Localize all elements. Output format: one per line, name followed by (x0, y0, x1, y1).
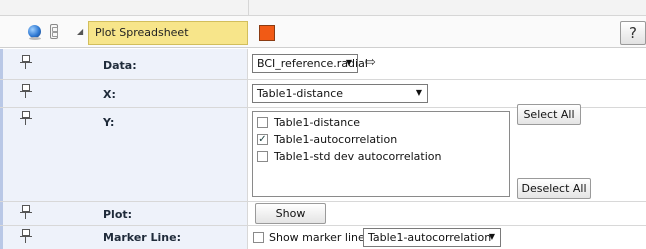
marker-select-value: Table1-autocorrelation (368, 231, 492, 244)
show-marker-line-checkbox[interactable]: Show marker line (253, 231, 365, 245)
row-label-cell (3, 108, 248, 201)
pin-icon[interactable] (20, 205, 32, 219)
globe-shadow (29, 37, 41, 40)
color-swatch[interactable] (259, 25, 275, 41)
list-item-label: Table1-autocorrelation (274, 133, 398, 146)
show-button[interactable]: Show (255, 203, 326, 224)
y-series-list[interactable]: Table1-distance ✓ Table1-autocorrelation… (252, 111, 510, 197)
pin-icon[interactable] (20, 84, 32, 98)
top-strip (0, 0, 646, 16)
data-select[interactable]: BCI_reference.radial ▼ (252, 54, 368, 73)
x-select[interactable]: Table1-distance ▼ (252, 84, 428, 103)
node-title[interactable]: Plot Spreadsheet (88, 21, 248, 45)
deselect-all-button[interactable]: Deselect All (517, 178, 591, 199)
node-header: ◢ Plot Spreadsheet ? (0, 16, 646, 48)
checkbox[interactable] (257, 151, 268, 162)
dropdown-arrow-icon: ▼ (415, 88, 422, 97)
list-item-label: Table1-std dev autocorrelation (274, 150, 442, 163)
show-marker-line-label: Show marker line (269, 231, 365, 244)
x-select-value: Table1-distance (257, 87, 344, 100)
pin-icon[interactable] (20, 229, 32, 243)
plot-row: Plot: Show (0, 202, 646, 226)
column-divider (248, 0, 249, 16)
y-label: Y: (103, 116, 115, 129)
pin-icon[interactable] (20, 111, 32, 125)
marker-line-row: Marker Line: Show marker line Table1-aut… (0, 226, 646, 249)
data-label: Data: (103, 59, 137, 72)
checkbox[interactable] (257, 117, 268, 128)
x-label: X: (103, 88, 116, 101)
data-row: Data: BCI_reference.radial ▼ ⇨ (0, 49, 646, 80)
list-item-label: Table1-distance (274, 116, 361, 129)
select-all-button[interactable]: Select All (517, 104, 581, 125)
dropdown-arrow-icon: ▼ (488, 232, 495, 241)
dropdown-arrow-icon: ▼ (345, 58, 352, 67)
checkbox-checked[interactable]: ✓ (257, 134, 268, 145)
pin-icon[interactable] (20, 55, 32, 69)
goto-arrow-icon[interactable]: ⇨ (365, 55, 376, 70)
marker-line-label: Marker Line: (103, 231, 181, 244)
plot-label: Plot: (103, 208, 133, 221)
help-button[interactable]: ? (620, 21, 646, 45)
notebook-icon[interactable] (50, 24, 58, 39)
checkbox[interactable] (253, 232, 264, 243)
collapse-triangle-icon[interactable]: ◢ (77, 27, 83, 36)
row-label-cell (3, 80, 248, 107)
marker-series-select[interactable]: Table1-autocorrelation ▼ (363, 228, 501, 247)
